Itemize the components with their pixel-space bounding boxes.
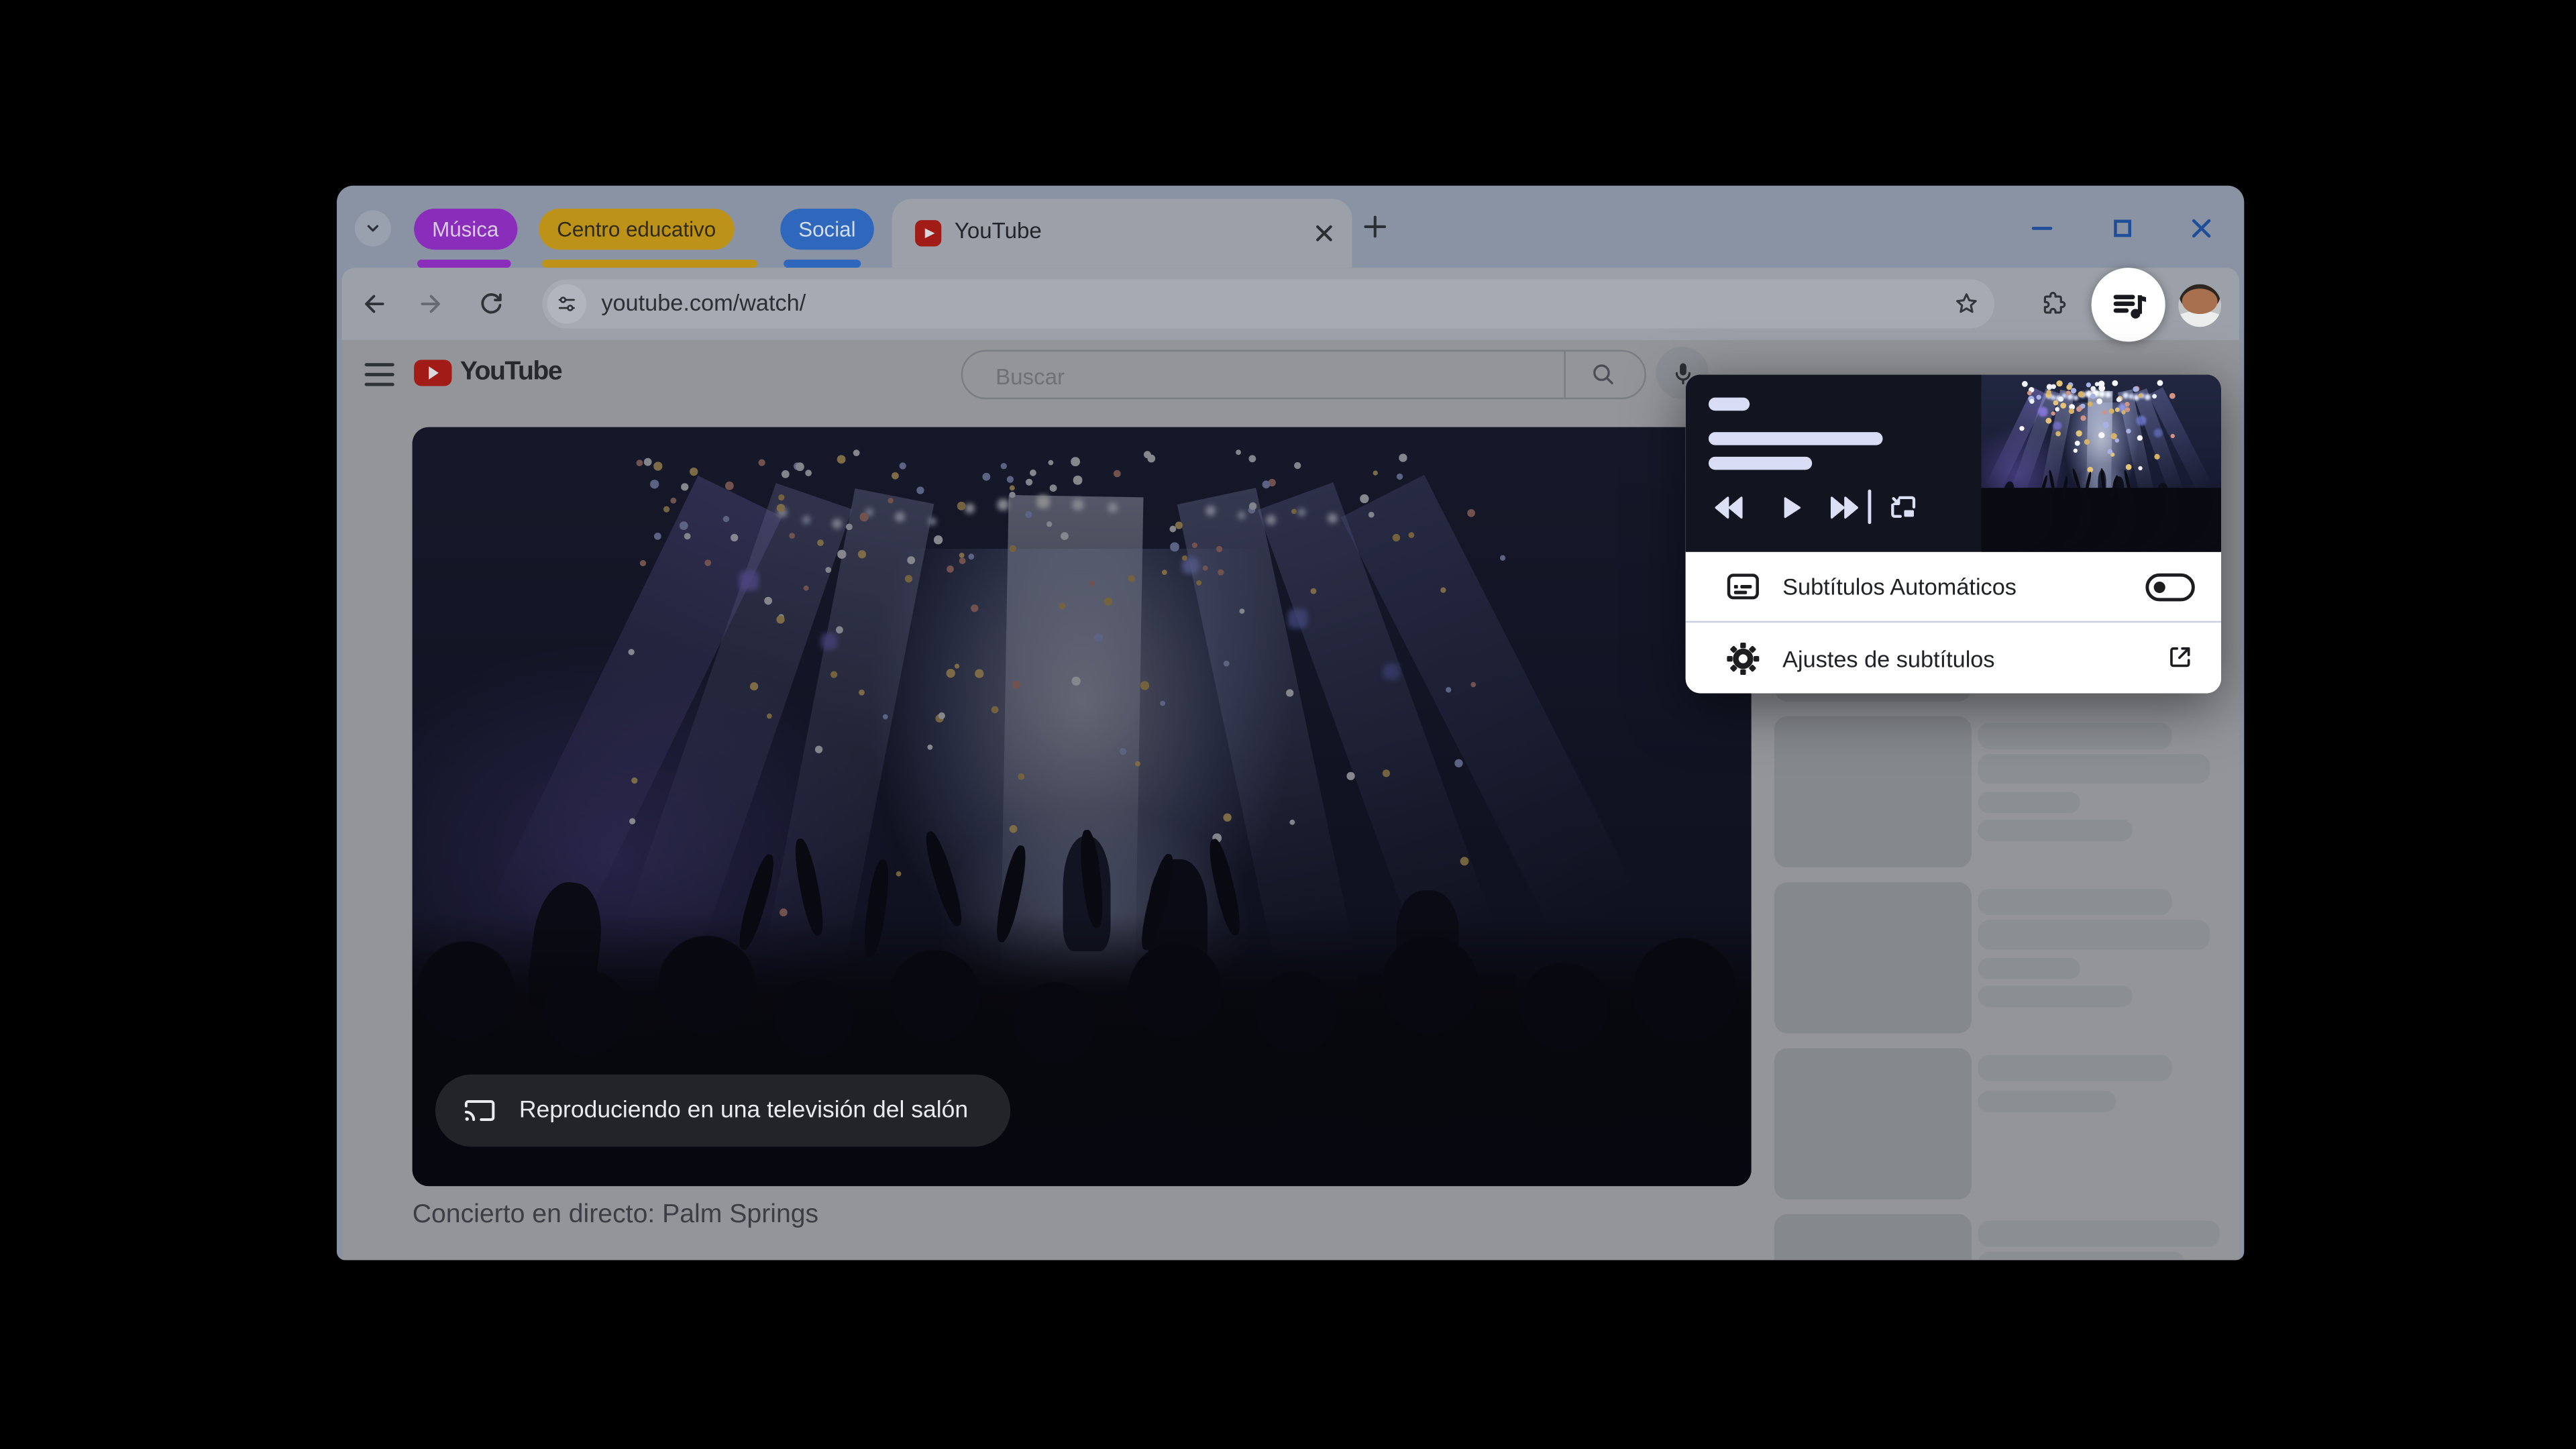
media-session-card [1686, 374, 2221, 551]
window-maximize-button[interactable] [2109, 215, 2135, 241]
play-button[interactable] [1776, 491, 1805, 524]
media-source-skeleton [1709, 398, 1750, 411]
tab-group-underline [542, 260, 757, 268]
live-caption-row[interactable]: Subtítulos Automáticos [1686, 552, 2221, 621]
text-skeleton [1978, 754, 2210, 784]
captions-icon [1725, 568, 1761, 604]
extensions-icon[interactable] [2039, 289, 2068, 319]
thumbnail-skeleton [1774, 1214, 1972, 1260]
video-player[interactable]: Reproduciendo en una televisión del saló… [413, 427, 1752, 1186]
search-icon[interactable] [1589, 360, 1618, 389]
browser-window: Música Centro educativo Social YouTube [337, 186, 2244, 1260]
youtube-favicon-icon [915, 220, 941, 246]
thumbnail-skeleton [1774, 882, 1972, 1033]
cast-icon [462, 1093, 498, 1129]
concert-scene [1981, 374, 2221, 551]
toggle-knob [2153, 582, 2164, 593]
text-skeleton [1978, 820, 2133, 841]
search-divider [1564, 352, 1565, 398]
text-skeleton [1978, 1055, 2172, 1081]
media-title-skeleton [1709, 432, 1883, 445]
media-controls-popup: Subtítulos Automáticos Ajustes de subtít… [1686, 374, 2221, 693]
menu-icon[interactable] [365, 363, 394, 386]
text-skeleton [1978, 985, 2133, 1007]
tab-strip: Música Centro educativo Social YouTube [337, 186, 2244, 268]
text-skeleton [1978, 920, 2210, 949]
plus-icon [1358, 210, 1391, 243]
youtube-logo[interactable]: YouTube [414, 350, 561, 396]
tab-title: YouTube [955, 199, 1042, 268]
captions-toggle[interactable] [2145, 574, 2194, 602]
window-minimize-button[interactable] [2029, 215, 2055, 241]
tab-youtube[interactable]: YouTube [892, 199, 1352, 268]
text-skeleton [1978, 1221, 2220, 1247]
video-title: Concierto en directo: Palm Springs [413, 1201, 818, 1230]
profile-avatar[interactable] [2178, 284, 2221, 327]
bookmark-star-icon[interactable] [1951, 289, 1981, 319]
media-playback-controls [1686, 486, 1982, 535]
youtube-play-icon [414, 360, 451, 386]
open-in-new-icon [2165, 643, 2195, 672]
media-artist-skeleton [1709, 457, 1812, 470]
browser-toolbar: youtube.com/watch/ [341, 268, 2239, 340]
tab-group-social[interactable]: Social [780, 209, 873, 250]
tab-group-musica[interactable]: Música [414, 209, 517, 250]
text-skeleton [1978, 958, 2080, 979]
caption-settings-label: Ajustes de subtítulos [1782, 645, 1994, 671]
live-caption-label: Subtítulos Automáticos [1782, 574, 2017, 600]
url-text[interactable]: youtube.com/watch/ [601, 279, 806, 328]
previous-track-button[interactable] [1713, 491, 1746, 524]
media-controls-button[interactable] [2092, 268, 2165, 341]
thumbnail-skeleton [1774, 1048, 1972, 1199]
text-skeleton [1978, 1091, 2116, 1112]
search-box[interactable] [961, 350, 1646, 399]
new-tab-button[interactable] [1355, 207, 1395, 247]
text-skeleton [1978, 889, 2172, 915]
reload-button[interactable] [476, 289, 506, 319]
youtube-wordmark: YouTube [460, 358, 562, 388]
tab-group-label: Social [798, 217, 855, 241]
text-skeleton [1978, 1252, 2186, 1260]
tab-group-underline [784, 260, 861, 268]
site-settings-button[interactable] [547, 284, 587, 324]
caption-settings-row[interactable]: Ajustes de subtítulos [1686, 621, 2221, 694]
controls-divider [1868, 490, 1871, 524]
confetti [1981, 374, 1984, 378]
forward-button[interactable] [417, 289, 447, 319]
playlist-music-icon [2107, 283, 2150, 326]
tab-close-icon[interactable] [1313, 222, 1336, 245]
screen: Música Centro educativo Social YouTube [0, 0, 2576, 1449]
gear-icon [1725, 640, 1761, 676]
dim-overlay [413, 427, 1752, 1186]
crowd-silhouette [1981, 488, 2221, 552]
tab-group-underline [417, 260, 511, 268]
tune-icon [553, 290, 580, 317]
back-button[interactable] [358, 289, 388, 319]
search-input[interactable] [992, 354, 1524, 400]
picture-in-picture-button[interactable] [1886, 491, 1920, 525]
tab-group-label: Música [432, 217, 498, 241]
media-thumbnail [1981, 374, 2221, 551]
window-close-button[interactable] [2188, 215, 2214, 241]
thumbnail-skeleton [1774, 716, 1972, 867]
next-track-button[interactable] [1827, 491, 1860, 524]
cast-status-pill: Reproduciendo en una televisión del saló… [435, 1075, 1011, 1147]
tab-search-button[interactable] [355, 210, 391, 246]
url-bar[interactable]: youtube.com/watch/ [542, 279, 1994, 328]
cast-status-text: Reproduciendo en una televisión del saló… [519, 1097, 968, 1124]
tab-group-centro-educativo[interactable]: Centro educativo [539, 209, 734, 250]
tab-group-label: Centro educativo [557, 217, 716, 241]
chevron-down-icon [360, 215, 386, 241]
text-skeleton [1978, 723, 2172, 749]
text-skeleton [1978, 792, 2080, 813]
